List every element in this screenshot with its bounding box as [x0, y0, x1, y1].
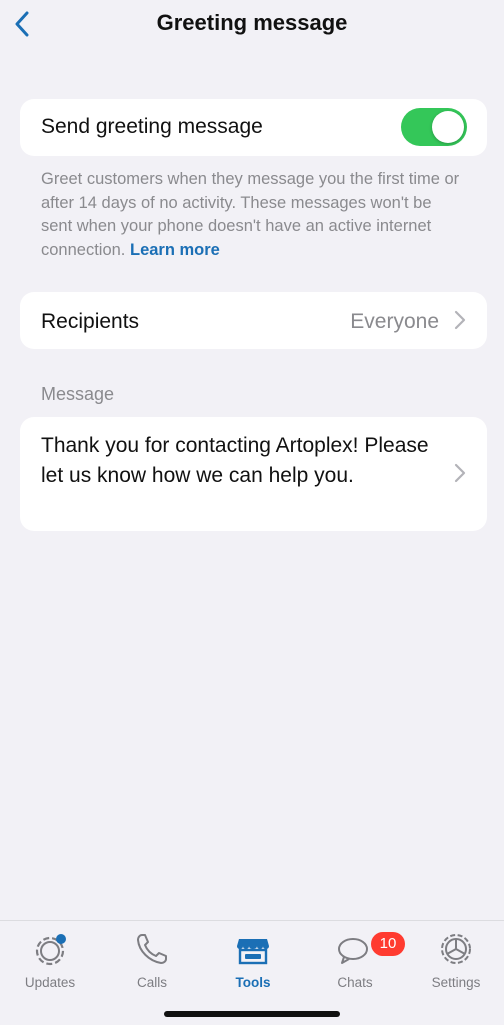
- storefront-icon: [237, 939, 269, 965]
- chat-bubbles-icon: [338, 938, 368, 964]
- message-row[interactable]: Thank you for contacting Artoplex! Pleas…: [20, 417, 487, 531]
- tab-label: Tools: [235, 975, 271, 990]
- recipients-value: Everyone: [350, 310, 439, 333]
- toggle-label: Send greeting message: [41, 115, 263, 138]
- updates-icon: [35, 934, 66, 966]
- chevron-right-icon: [454, 463, 466, 483]
- recipients-label: Recipients: [41, 310, 140, 333]
- phone-icon: [137, 934, 167, 964]
- tab-label: Chats: [337, 975, 373, 990]
- tab-settings[interactable]: Settings: [408, 929, 504, 999]
- tab-bar: Updates Calls Tools 10 Chats Settings: [0, 920, 504, 1025]
- home-indicator: [164, 1011, 340, 1017]
- tab-updates[interactable]: Updates: [2, 929, 98, 999]
- toggle-knob: [432, 111, 464, 143]
- greeting-toggle-row: Send greeting message: [20, 99, 487, 156]
- learn-more-link[interactable]: Learn more: [130, 241, 220, 259]
- message-section-label: Message: [41, 384, 115, 404]
- recipients-row[interactable]: Recipients Everyone: [20, 292, 487, 349]
- tab-tools[interactable]: Tools: [205, 929, 301, 999]
- tab-label: Calls: [136, 975, 167, 990]
- tab-calls[interactable]: Calls: [104, 929, 200, 999]
- tab-label: Settings: [431, 975, 481, 990]
- greeting-helper-text: Greet customers when they message you th…: [41, 168, 466, 262]
- greeting-toggle-switch[interactable]: [401, 108, 467, 146]
- greeting-message-text: Thank you for contacting Artoplex! Pleas…: [41, 434, 429, 487]
- unread-badge: 10: [371, 932, 405, 956]
- tab-chats[interactable]: 10 Chats: [307, 929, 405, 999]
- chevron-right-icon: [454, 310, 466, 330]
- page-title: Greeting message: [156, 10, 348, 35]
- gear-icon: [441, 934, 471, 964]
- helper-description: Greet customers when they message you th…: [41, 170, 460, 259]
- navigation-bar: Greeting message: [0, 0, 504, 52]
- tab-label: Updates: [24, 975, 76, 990]
